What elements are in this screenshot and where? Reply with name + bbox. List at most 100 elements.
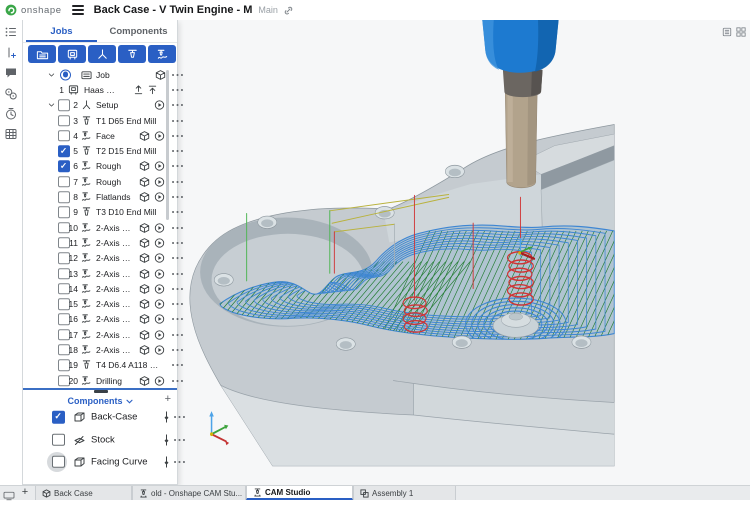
play-icon[interactable] <box>154 237 165 248</box>
raise-to-top-icon[interactable] <box>147 84 158 95</box>
new-job-button[interactable] <box>28 45 56 63</box>
simulate-cube-icon[interactable] <box>139 299 150 310</box>
play-icon[interactable] <box>154 344 165 355</box>
tab-components[interactable]: Components <box>100 20 177 42</box>
play-icon[interactable] <box>154 176 165 187</box>
visibility-slider-icon[interactable] <box>162 433 171 446</box>
row-menu-icon[interactable] <box>171 241 184 245</box>
operation-button[interactable] <box>148 45 176 63</box>
branch-label[interactable]: Main <box>258 5 278 15</box>
add-annotation-icon[interactable] <box>4 46 18 60</box>
tree-row[interactable]: 16 2-Axis … <box>23 312 177 327</box>
play-icon[interactable] <box>154 329 165 340</box>
tab-manager-icon[interactable] <box>3 488 15 498</box>
3d-viewport[interactable] <box>178 20 750 485</box>
row-menu-icon[interactable] <box>171 287 184 291</box>
row-menu-icon[interactable] <box>171 363 184 367</box>
document-tab[interactable]: Back Case <box>35 486 132 500</box>
simulate-cube-icon[interactable] <box>139 253 150 264</box>
row-menu-icon[interactable] <box>173 415 186 419</box>
expand-chevron-icon[interactable] <box>47 70 56 79</box>
job-radio[interactable] <box>60 69 71 80</box>
feature-list-icon[interactable] <box>4 25 18 39</box>
tab-jobs[interactable]: Jobs <box>23 20 100 42</box>
simulate-cube-icon[interactable] <box>139 222 150 233</box>
row-menu-icon[interactable] <box>171 379 184 383</box>
comment-icon[interactable] <box>4 66 18 80</box>
component-row[interactable]: Stock <box>23 428 177 450</box>
document-tab[interactable]: old - Onshape CAM Stu... <box>132 486 246 500</box>
row-menu-icon[interactable] <box>171 164 184 168</box>
tree-row[interactable]: 11 2-Axis … <box>23 235 177 250</box>
row-menu-icon[interactable] <box>171 348 184 352</box>
tree-scrollbar[interactable] <box>166 70 169 220</box>
visibility-slider-icon[interactable] <box>162 411 171 424</box>
tree-row[interactable]: 5 T2 D15 End Mill <box>23 143 177 158</box>
tree-row[interactable]: 17 2-Axis … <box>23 327 177 342</box>
play-icon[interactable] <box>154 222 165 233</box>
tree-row[interactable]: 1 Haas … <box>23 82 177 97</box>
tree-row[interactable]: 19 T4 D6.4 A118 … <box>23 358 177 373</box>
visibility-slider-icon[interactable] <box>162 455 171 468</box>
simulate-cube-icon[interactable] <box>139 268 150 279</box>
document-tab[interactable]: Assembly 1 <box>353 486 456 500</box>
tree-row[interactable]: Job <box>23 67 177 82</box>
new-tab-button[interactable]: + <box>19 486 31 500</box>
play-icon[interactable] <box>154 100 165 111</box>
tree-row[interactable]: 7 Rough <box>23 174 177 189</box>
document-tab[interactable]: CAM Studio <box>246 486 353 500</box>
machine-button[interactable] <box>58 45 86 63</box>
tree-row[interactable]: 12 2-Axis … <box>23 251 177 266</box>
tree-row[interactable]: 15 2-Axis … <box>23 296 177 311</box>
table-icon[interactable] <box>4 127 18 141</box>
expand-chevron-icon[interactable] <box>47 101 56 110</box>
simulate-cube-icon[interactable] <box>139 283 150 294</box>
tree-row[interactable]: 18 2-Axis … <box>23 342 177 357</box>
play-icon[interactable] <box>154 161 165 172</box>
tree-row[interactable]: 20 Drilling <box>23 373 177 388</box>
row-menu-icon[interactable] <box>171 134 184 138</box>
play-icon[interactable] <box>154 283 165 294</box>
simulate-cube-icon[interactable] <box>139 161 150 172</box>
play-icon[interactable] <box>154 130 165 141</box>
row-menu-icon[interactable] <box>171 256 184 260</box>
appearance-icon[interactable] <box>4 87 18 101</box>
main-menu-icon[interactable] <box>72 5 84 15</box>
tree-row[interactable]: 9 T3 D10 End Mill <box>23 205 177 220</box>
tree-row[interactable]: 14 2-Axis … <box>23 281 177 296</box>
simulate-cube-icon[interactable] <box>139 344 150 355</box>
tool-button[interactable] <box>118 45 146 63</box>
simulate-cube-icon[interactable] <box>139 329 150 340</box>
play-icon[interactable] <box>154 192 165 203</box>
simulate-cube-icon[interactable] <box>139 375 150 386</box>
history-icon[interactable] <box>4 107 18 121</box>
play-icon[interactable] <box>154 314 165 325</box>
row-menu-icon[interactable] <box>171 333 184 337</box>
play-icon[interactable] <box>154 299 165 310</box>
row-menu-icon[interactable] <box>173 460 186 464</box>
row-menu-icon[interactable] <box>171 210 184 214</box>
row-menu-icon[interactable] <box>171 195 184 199</box>
component-row[interactable]: Back-Case <box>23 406 177 428</box>
row-menu-icon[interactable] <box>171 317 184 321</box>
row-menu-icon[interactable] <box>171 226 184 230</box>
add-component-button[interactable]: + <box>165 393 171 405</box>
play-icon[interactable] <box>154 253 165 264</box>
simulate-cube-icon[interactable] <box>139 130 150 141</box>
panel-resize-handle[interactable] <box>94 390 108 393</box>
simulate-cube-icon[interactable] <box>139 237 150 248</box>
post-process-icon[interactable] <box>133 84 144 95</box>
share-link-icon[interactable] <box>283 5 294 16</box>
component-checkbox[interactable] <box>52 411 65 424</box>
row-menu-icon[interactable] <box>171 119 184 123</box>
simulate-cube-icon[interactable] <box>139 314 150 325</box>
simulate-cube-icon[interactable] <box>139 192 150 203</box>
tree-row[interactable]: 10 2-Axis … <box>23 220 177 235</box>
tree-row[interactable]: 4 Face <box>23 128 177 143</box>
tree-row[interactable]: 8 Flatlands <box>23 189 177 204</box>
row-menu-icon[interactable] <box>171 149 184 153</box>
simulate-cube-icon[interactable] <box>155 69 166 80</box>
tree-row[interactable]: 2 Setup <box>23 98 177 113</box>
row-menu-icon[interactable] <box>171 302 184 306</box>
row-menu-icon[interactable] <box>171 73 184 77</box>
